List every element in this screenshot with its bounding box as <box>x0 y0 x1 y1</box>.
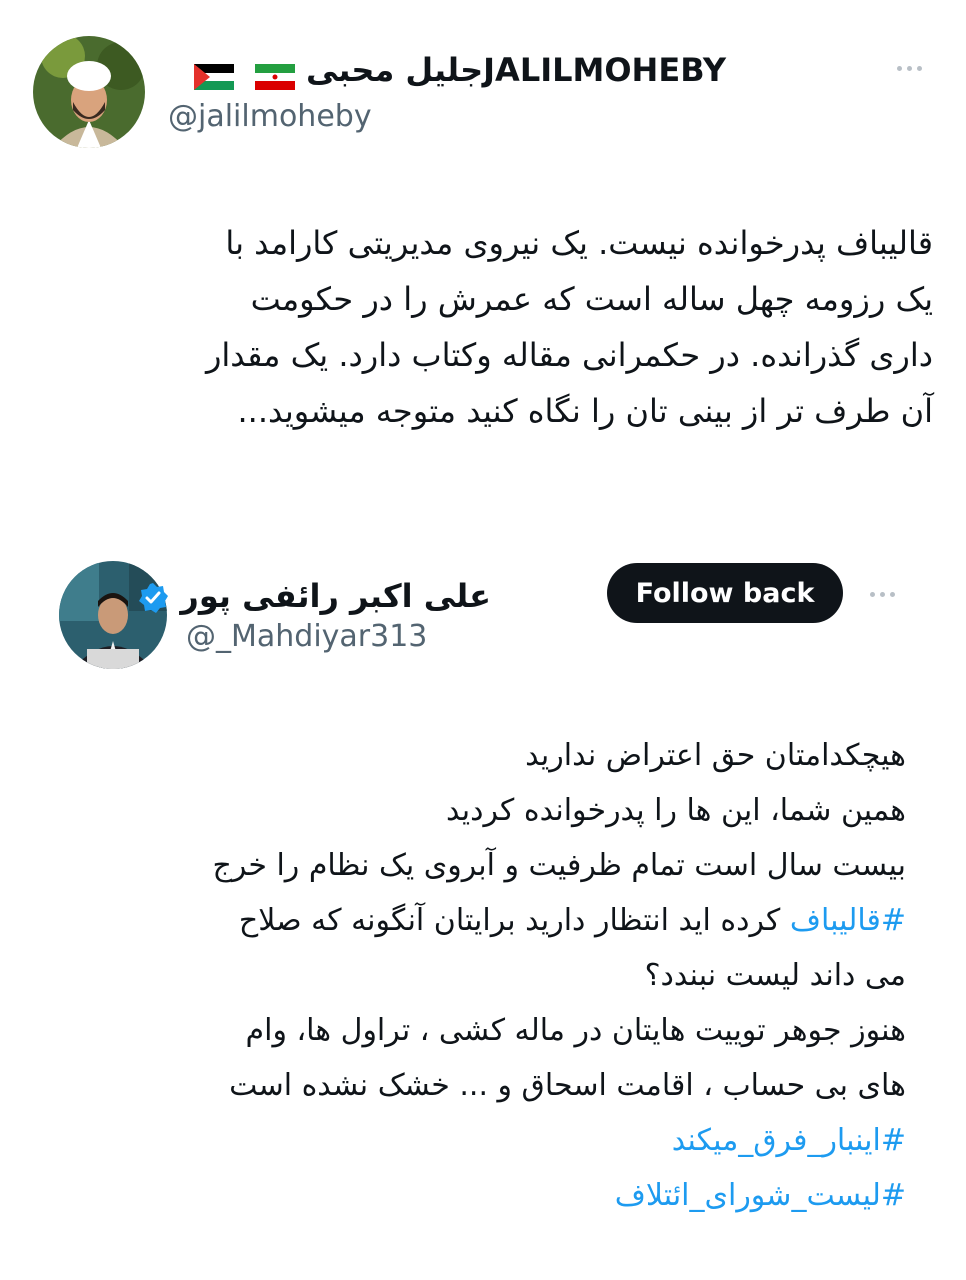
quoted-tweet-text: هیچکدامتان حق اعتراض ندارید همین شما، ای… <box>46 728 906 1223</box>
quoted-text-line: هنوز جوهر توییت هایتان در ماله کشی ، ترا… <box>245 1013 906 1048</box>
quoted-text-line: بیست سال است تمام ظرفیت و آبروی یک نظام … <box>212 848 906 883</box>
quoted-text-line: می داند لیست نبندد؟ <box>644 958 906 993</box>
quoted-author-display-name: علی اکبر رائفی پور <box>180 577 491 615</box>
hashtag-link[interactable]: #قالیباف <box>790 903 906 938</box>
tweet-text-line: داری گذرانده. در حکمرانی مقاله وکتاب دار… <box>205 336 933 374</box>
quoted-text-line: همین شما، این ها را پدرخوانده کردید <box>446 793 906 828</box>
quoted-author-name-row[interactable]: علی اکبر رائفی پور <box>131 576 491 616</box>
follow-back-button[interactable]: Follow back <box>607 563 843 623</box>
author-avatar[interactable] <box>33 36 145 148</box>
iran-flag-icon <box>254 59 295 90</box>
more-dots-icon[interactable] <box>897 66 922 71</box>
quoted-text-line: #قالیباف کرده اید انتظار دارید برایتان آ… <box>46 893 906 948</box>
quoted-text-line: هیچکدامتان حق اعتراض ندارید <box>525 738 906 773</box>
tweet-text-line: قالیباف پدرخوانده نیست. یک نیروی مدیریتی… <box>225 224 933 262</box>
tweet-text-line: آن طرف تر از بینی تان را نگاه کنید متوجه… <box>237 392 934 430</box>
hashtag-link[interactable]: #اینبار_فرق_میکند <box>46 1113 906 1168</box>
hashtag-link[interactable]: #لیست_شورای_ائتلاف <box>46 1168 906 1223</box>
palestine-flag-icon <box>193 59 234 90</box>
author-display-name: جلیل محبیJALILMOHEBY <box>305 51 726 89</box>
author-name-row[interactable]: جلیل محبیJALILMOHEBY <box>184 50 726 90</box>
author-handle[interactable]: @jalilmoheby <box>168 98 372 136</box>
tweet-text: قالیباف پدرخوانده نیست. یک نیروی مدیریتی… <box>23 215 933 439</box>
quoted-more-dots-icon[interactable] <box>870 592 895 597</box>
quoted-text-line: های بی حساب ، اقامت اسحاق و ... خشک نشده… <box>229 1068 906 1103</box>
verified-badge-icon <box>137 582 169 614</box>
quoted-text-segment: کرده اید انتظار دارید برایتان آنگونه که … <box>238 903 790 938</box>
tweet-text-line: یک رزومه چهل ساله است که عمرش را در حکوم… <box>250 280 933 318</box>
quoted-author-handle[interactable]: @_Mahdiyar313 <box>186 618 427 656</box>
